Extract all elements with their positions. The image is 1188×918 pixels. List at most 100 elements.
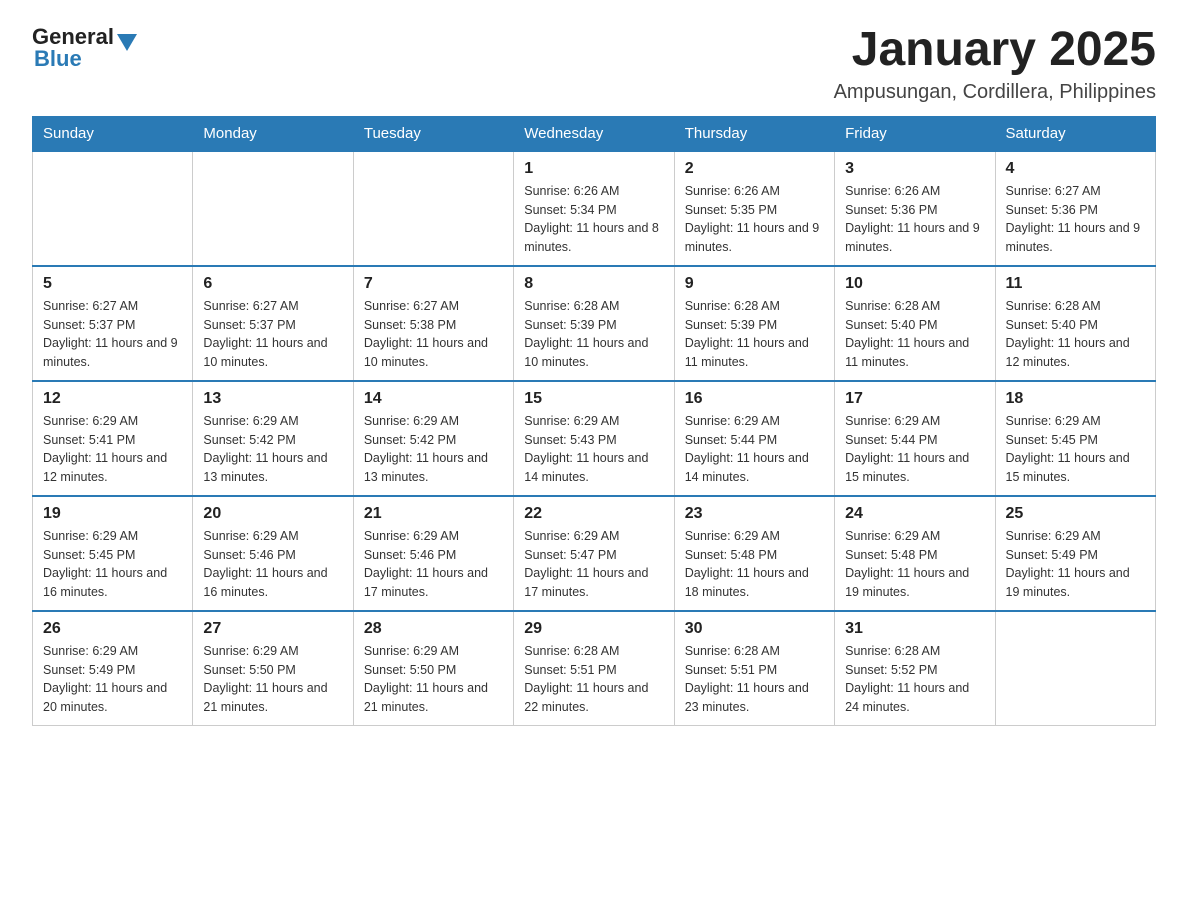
- day-info: Sunrise: 6:29 AM Sunset: 5:46 PM Dayligh…: [203, 527, 342, 602]
- day-number: 15: [524, 390, 663, 408]
- calendar-cell: 3 Sunrise: 6:26 AM Sunset: 5:36 PM Daylig…: [835, 151, 995, 266]
- day-number: 22: [524, 505, 663, 523]
- day-info: Sunrise: 6:29 AM Sunset: 5:46 PM Dayligh…: [364, 527, 503, 602]
- calendar-cell: 22 Sunrise: 6:29 AM Sunset: 5:47 PM Dayli…: [514, 496, 674, 611]
- calendar-cell: 18 Sunrise: 6:29 AM Sunset: 5:45 PM Dayli…: [995, 381, 1155, 496]
- day-info: Sunrise: 6:29 AM Sunset: 5:43 PM Dayligh…: [524, 412, 663, 487]
- day-number: 4: [1006, 160, 1145, 178]
- calendar-table: SundayMondayTuesdayWednesdayThursdayFrid…: [32, 116, 1156, 726]
- calendar-cell: 5Sunrise: 6:27 AM Sunset: 5:37 PM Daylig…: [33, 266, 193, 381]
- weekday-header-tuesday: Tuesday: [353, 116, 513, 151]
- day-info: Sunrise: 6:29 AM Sunset: 5:47 PM Dayligh…: [524, 527, 663, 602]
- calendar-cell: 19 Sunrise: 6:29 AM Sunset: 5:45 PM Dayli…: [33, 496, 193, 611]
- day-info: Sunrise: 6:27 AM Sunset: 5:37 PM Dayligh…: [43, 297, 182, 372]
- calendar-cell: 2 Sunrise: 6:26 AM Sunset: 5:35 PM Daylig…: [674, 151, 834, 266]
- day-info: Sunrise: 6:29 AM Sunset: 5:44 PM Dayligh…: [685, 412, 824, 487]
- weekday-header-saturday: Saturday: [995, 116, 1155, 151]
- calendar-cell: 30Sunrise: 6:28 AM Sunset: 5:51 PM Dayli…: [674, 611, 834, 726]
- day-number: 3: [845, 160, 984, 178]
- calendar-cell: 17 Sunrise: 6:29 AM Sunset: 5:44 PM Dayli…: [835, 381, 995, 496]
- day-info: Sunrise: 6:26 AM Sunset: 5:34 PM Dayligh…: [524, 182, 663, 257]
- calendar-cell: 16 Sunrise: 6:29 AM Sunset: 5:44 PM Dayli…: [674, 381, 834, 496]
- calendar-cell: 11Sunrise: 6:28 AM Sunset: 5:40 PM Dayli…: [995, 266, 1155, 381]
- day-number: 18: [1006, 390, 1145, 408]
- day-number: 29: [524, 620, 663, 638]
- logo: General Blue: [32, 24, 137, 72]
- day-number: 6: [203, 275, 342, 293]
- calendar-week-4: 19 Sunrise: 6:29 AM Sunset: 5:45 PM Dayli…: [33, 496, 1156, 611]
- weekday-header-thursday: Thursday: [674, 116, 834, 151]
- day-number: 25: [1006, 505, 1145, 523]
- day-info: Sunrise: 6:29 AM Sunset: 5:48 PM Dayligh…: [845, 527, 984, 602]
- calendar-cell: 1 Sunrise: 6:26 AM Sunset: 5:34 PM Daylig…: [514, 151, 674, 266]
- calendar-cell: 13Sunrise: 6:29 AM Sunset: 5:42 PM Dayli…: [193, 381, 353, 496]
- weekday-header-friday: Friday: [835, 116, 995, 151]
- calendar-cell: 4 Sunrise: 6:27 AM Sunset: 5:36 PM Daylig…: [995, 151, 1155, 266]
- calendar-week-1: 1 Sunrise: 6:26 AM Sunset: 5:34 PM Daylig…: [33, 151, 1156, 266]
- calendar-cell: [995, 611, 1155, 726]
- calendar-cell: 26Sunrise: 6:29 AM Sunset: 5:49 PM Dayli…: [33, 611, 193, 726]
- day-info: Sunrise: 6:29 AM Sunset: 5:49 PM Dayligh…: [1006, 527, 1145, 602]
- day-number: 27: [203, 620, 342, 638]
- calendar-cell: 12 Sunrise: 6:29 AM Sunset: 5:41 PM Dayli…: [33, 381, 193, 496]
- weekday-header-sunday: Sunday: [33, 116, 193, 151]
- day-info: Sunrise: 6:28 AM Sunset: 5:51 PM Dayligh…: [524, 642, 663, 717]
- day-number: 1: [524, 160, 663, 178]
- calendar-cell: 25 Sunrise: 6:29 AM Sunset: 5:49 PM Dayli…: [995, 496, 1155, 611]
- day-info: Sunrise: 6:29 AM Sunset: 5:45 PM Dayligh…: [43, 527, 182, 602]
- calendar-header-row: SundayMondayTuesdayWednesdayThursdayFrid…: [33, 116, 1156, 151]
- day-info: Sunrise: 6:29 AM Sunset: 5:50 PM Dayligh…: [364, 642, 503, 717]
- day-info: Sunrise: 6:26 AM Sunset: 5:35 PM Dayligh…: [685, 182, 824, 257]
- day-number: 23: [685, 505, 824, 523]
- calendar-cell: 6 Sunrise: 6:27 AM Sunset: 5:37 PM Daylig…: [193, 266, 353, 381]
- day-number: 28: [364, 620, 503, 638]
- day-info: Sunrise: 6:29 AM Sunset: 5:49 PM Dayligh…: [43, 642, 182, 717]
- weekday-header-monday: Monday: [193, 116, 353, 151]
- day-number: 30: [685, 620, 824, 638]
- day-info: Sunrise: 6:28 AM Sunset: 5:39 PM Dayligh…: [685, 297, 824, 372]
- logo-triangle-icon: [117, 34, 137, 51]
- day-info: Sunrise: 6:29 AM Sunset: 5:42 PM Dayligh…: [364, 412, 503, 487]
- calendar-cell: 15 Sunrise: 6:29 AM Sunset: 5:43 PM Dayli…: [514, 381, 674, 496]
- day-info: Sunrise: 6:29 AM Sunset: 5:44 PM Dayligh…: [845, 412, 984, 487]
- day-info: Sunrise: 6:29 AM Sunset: 5:42 PM Dayligh…: [203, 412, 342, 487]
- calendar-cell: 24 Sunrise: 6:29 AM Sunset: 5:48 PM Dayli…: [835, 496, 995, 611]
- calendar-cell: 10Sunrise: 6:28 AM Sunset: 5:40 PM Dayli…: [835, 266, 995, 381]
- day-info: Sunrise: 6:28 AM Sunset: 5:40 PM Dayligh…: [1006, 297, 1145, 372]
- day-number: 2: [685, 160, 824, 178]
- calendar-week-5: 26Sunrise: 6:29 AM Sunset: 5:49 PM Dayli…: [33, 611, 1156, 726]
- day-number: 8: [524, 275, 663, 293]
- page-header: General Blue January 2025 Ampusungan, Co…: [32, 24, 1156, 104]
- calendar-cell: 14 Sunrise: 6:29 AM Sunset: 5:42 PM Dayli…: [353, 381, 513, 496]
- calendar-cell: 8Sunrise: 6:28 AM Sunset: 5:39 PM Daylig…: [514, 266, 674, 381]
- day-number: 7: [364, 275, 503, 293]
- day-number: 20: [203, 505, 342, 523]
- day-number: 17: [845, 390, 984, 408]
- calendar-cell: 31Sunrise: 6:28 AM Sunset: 5:52 PM Dayli…: [835, 611, 995, 726]
- day-info: Sunrise: 6:27 AM Sunset: 5:38 PM Dayligh…: [364, 297, 503, 372]
- calendar-cell: 29 Sunrise: 6:28 AM Sunset: 5:51 PM Dayli…: [514, 611, 674, 726]
- day-info: Sunrise: 6:26 AM Sunset: 5:36 PM Dayligh…: [845, 182, 984, 257]
- calendar-cell: 23Sunrise: 6:29 AM Sunset: 5:48 PM Dayli…: [674, 496, 834, 611]
- calendar-cell: [353, 151, 513, 266]
- day-number: 9: [685, 275, 824, 293]
- day-number: 16: [685, 390, 824, 408]
- day-info: Sunrise: 6:27 AM Sunset: 5:36 PM Dayligh…: [1006, 182, 1145, 257]
- calendar-cell: 27Sunrise: 6:29 AM Sunset: 5:50 PM Dayli…: [193, 611, 353, 726]
- calendar-cell: 21Sunrise: 6:29 AM Sunset: 5:46 PM Dayli…: [353, 496, 513, 611]
- calendar-subtitle: Ampusungan, Cordillera, Philippines: [834, 81, 1156, 104]
- day-info: Sunrise: 6:27 AM Sunset: 5:37 PM Dayligh…: [203, 297, 342, 372]
- day-info: Sunrise: 6:29 AM Sunset: 5:41 PM Dayligh…: [43, 412, 182, 487]
- day-number: 19: [43, 505, 182, 523]
- calendar-cell: 7 Sunrise: 6:27 AM Sunset: 5:38 PM Daylig…: [353, 266, 513, 381]
- day-info: Sunrise: 6:28 AM Sunset: 5:52 PM Dayligh…: [845, 642, 984, 717]
- calendar-cell: [193, 151, 353, 266]
- calendar-week-3: 12 Sunrise: 6:29 AM Sunset: 5:41 PM Dayli…: [33, 381, 1156, 496]
- title-block: January 2025 Ampusungan, Cordillera, Phi…: [834, 24, 1156, 104]
- calendar-cell: [33, 151, 193, 266]
- day-number: 12: [43, 390, 182, 408]
- day-number: 24: [845, 505, 984, 523]
- calendar-title: January 2025: [834, 24, 1156, 77]
- day-number: 14: [364, 390, 503, 408]
- day-info: Sunrise: 6:29 AM Sunset: 5:45 PM Dayligh…: [1006, 412, 1145, 487]
